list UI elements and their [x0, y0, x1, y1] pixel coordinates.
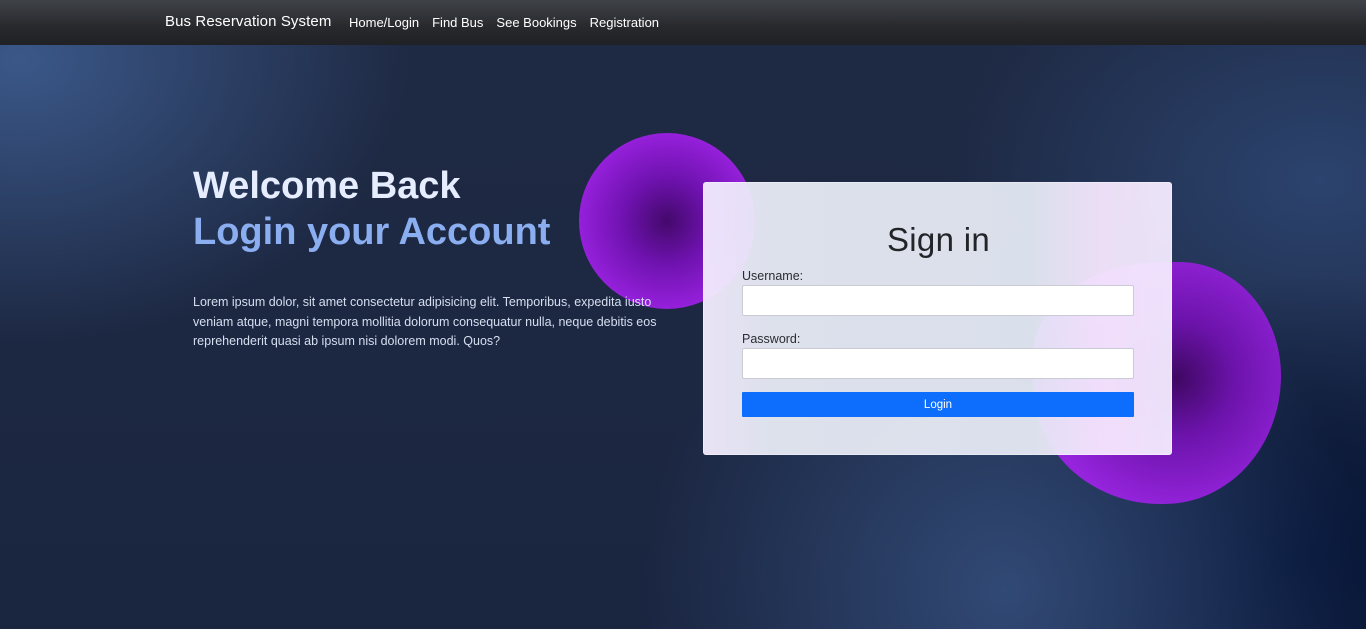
- password-label: Password:: [742, 332, 801, 346]
- nav-link-find-bus[interactable]: Find Bus: [432, 15, 483, 30]
- password-input[interactable]: [742, 348, 1134, 379]
- nav-link-see-bookings[interactable]: See Bookings: [496, 15, 576, 30]
- username-label: Username:: [742, 269, 804, 283]
- signin-card: Sign in Username: Password: Login: [703, 182, 1172, 455]
- nav-link-home-login[interactable]: Home/Login: [349, 15, 419, 30]
- login-button[interactable]: Login: [742, 392, 1134, 417]
- hero-description: Lorem ipsum dolor, sit amet consectetur …: [193, 295, 657, 348]
- hero-title: Welcome Back: [193, 165, 461, 207]
- nav-links: Home/Login Find Bus See Bookings Registr…: [349, 15, 672, 30]
- nav-link-registration[interactable]: Registration: [590, 15, 659, 30]
- brand-link[interactable]: Bus Reservation System: [165, 13, 331, 30]
- signin-title: Sign in: [886, 221, 990, 258]
- hero-subtitle: Login your Account: [193, 211, 551, 253]
- top-navbar: Bus Reservation System Home/Login Find B…: [0, 0, 1366, 45]
- username-input[interactable]: [742, 285, 1134, 316]
